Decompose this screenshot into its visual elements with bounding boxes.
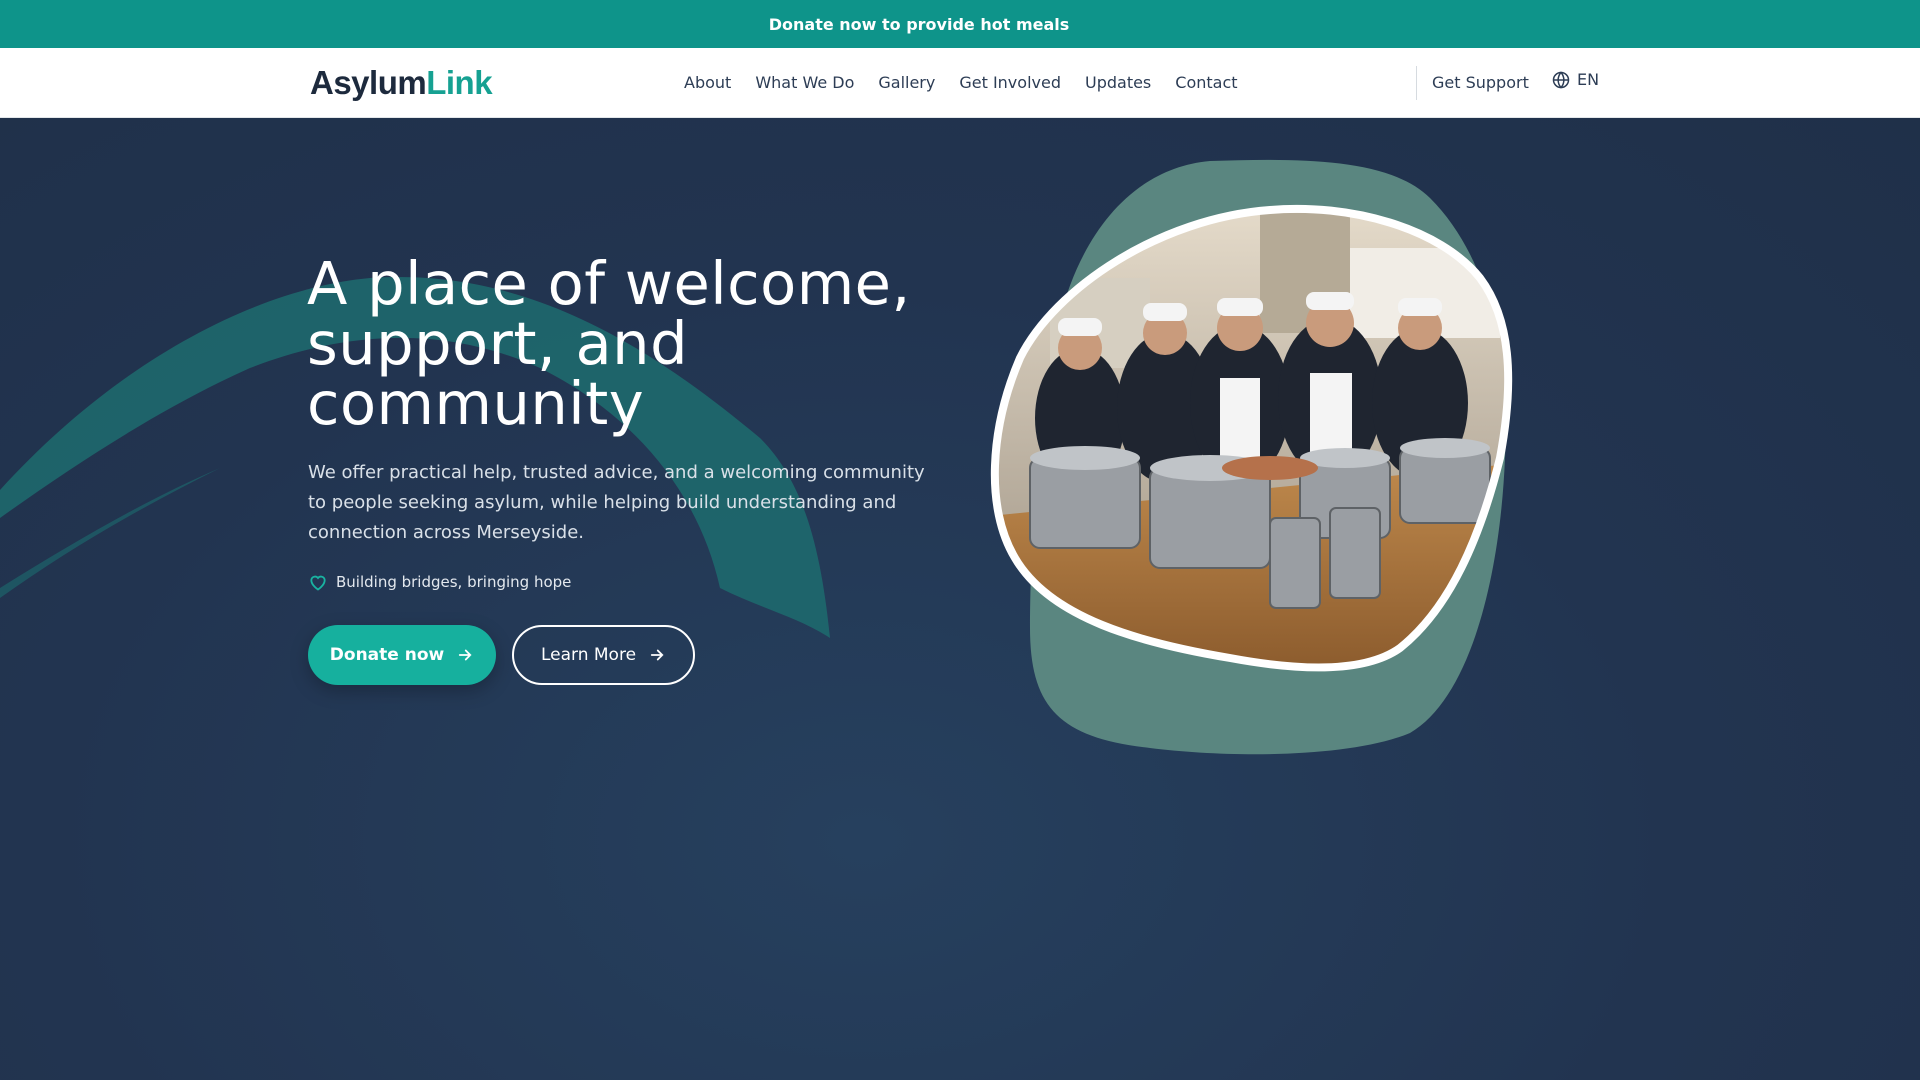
nav-what-we-do[interactable]: What We Do <box>755 73 854 92</box>
hero-image-group <box>990 159 1513 755</box>
logo[interactable]: AsylumLink <box>310 64 493 102</box>
nav-divider <box>1416 66 1417 100</box>
announcement-link[interactable]: Donate now to provide hot meals <box>769 15 1070 34</box>
get-support-link[interactable]: Get Support <box>1432 73 1529 92</box>
nav-about[interactable]: About <box>684 73 731 92</box>
hero-tagline: Building bridges, bringing hope <box>308 572 571 592</box>
hero-lead: We offer practical help, trusted advice,… <box>308 462 925 543</box>
logo-part-link: Link <box>426 64 493 101</box>
announcement-bar: Donate now to provide hot meals <box>0 0 1920 48</box>
nav-gallery[interactable]: Gallery <box>878 73 935 92</box>
donate-now-button[interactable]: Donate now <box>308 625 496 685</box>
arrow-right-icon <box>459 649 472 661</box>
hero-headline: A place of welcome, support, and communi… <box>307 249 911 438</box>
language-label: EN <box>1577 70 1600 89</box>
globe-icon <box>1552 70 1570 89</box>
main-nav: About What We Do Gallery Get Involved Up… <box>684 73 1238 92</box>
learn-more-label: Learn More <box>540 645 637 665</box>
site-header: AsylumLink About What We Do Gallery Get … <box>0 48 1920 118</box>
donate-now-label: Donate now <box>329 645 445 665</box>
nav-updates[interactable]: Updates <box>1085 73 1151 92</box>
logo-part-asylum: Asylum <box>310 64 427 101</box>
tagline-text: Building bridges, bringing hope <box>336 573 572 591</box>
language-selector[interactable]: EN <box>1552 70 1599 89</box>
learn-more-button[interactable]: Learn More <box>512 625 695 685</box>
heart-icon <box>310 575 326 591</box>
nav-contact[interactable]: Contact <box>1175 73 1237 92</box>
hero-section: A place of welcome, support, and communi… <box>0 118 1920 1080</box>
arrow-right-icon <box>650 649 664 661</box>
nav-get-involved[interactable]: Get Involved <box>959 73 1061 92</box>
